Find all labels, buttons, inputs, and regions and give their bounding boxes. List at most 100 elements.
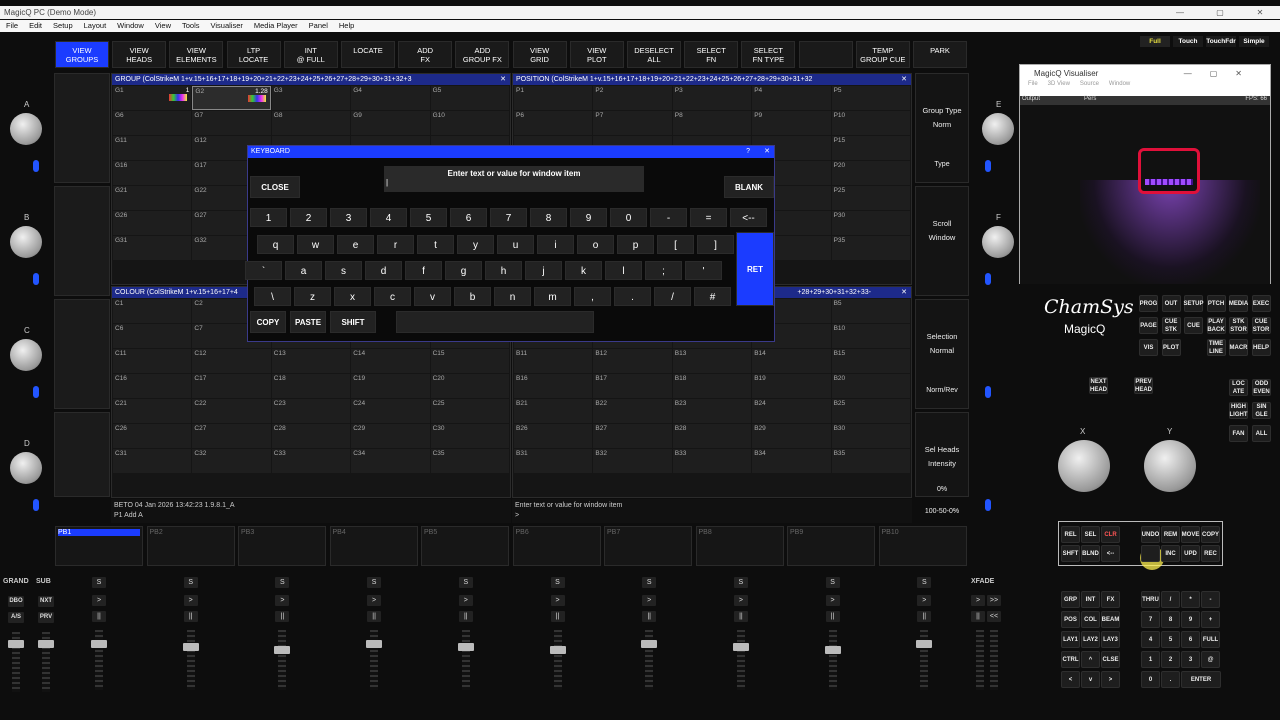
exec-key-vis[interactable]: VIS (1139, 339, 1158, 356)
grid-cell[interactable]: G4 (351, 86, 430, 110)
keypad-key-2[interactable]: 2 (1161, 651, 1180, 668)
playback-fader-cap[interactable] (91, 640, 107, 648)
top-button-12[interactable]: SELECT FN TYPE (741, 41, 796, 68)
exec-key-stk-stor[interactable]: STK STOR (1229, 317, 1248, 334)
grid-cell[interactable]: G5 (430, 86, 509, 110)
xfade-button[interactable]: << (987, 611, 1001, 622)
key-row4-3[interactable]: c (374, 287, 411, 306)
keypad-key->[interactable]: > (1101, 671, 1120, 688)
grid-cell[interactable]: C22 (192, 399, 271, 423)
top-button-5[interactable]: LOCATE (341, 41, 395, 68)
playback-s-button[interactable]: S (917, 577, 932, 588)
key-row4-10[interactable]: / (654, 287, 691, 306)
grid-cell[interactable]: B19 (752, 374, 831, 398)
grid-cell[interactable]: B32 (593, 449, 672, 473)
grid-cell[interactable]: P7 (593, 111, 672, 135)
keypad-key-/[interactable]: / (1161, 591, 1180, 608)
grid-cell[interactable]: G11 (113, 136, 192, 160)
playback-go-button[interactable]: > (733, 595, 748, 606)
grid-cell[interactable]: C27 (192, 424, 271, 448)
keypad-key-6[interactable]: 6 (1181, 631, 1200, 648)
keypad-key-v[interactable]: v (1081, 671, 1100, 688)
grid-cell[interactable]: B24 (752, 399, 831, 423)
playback-go-button[interactable]: > (917, 595, 932, 606)
grid-cell[interactable]: C14 (351, 349, 430, 373)
keypad-key-8[interactable]: 8 (1161, 611, 1180, 628)
maximize-icon[interactable]: ▢ (1200, 6, 1240, 19)
playback-go-button[interactable]: > (550, 595, 565, 606)
key-row4-9[interactable]: . (614, 287, 651, 306)
key-row1-6[interactable]: 7 (490, 208, 527, 227)
top-button-10[interactable]: DESELECT ALL (627, 41, 681, 68)
menu-visualiser[interactable]: Visualiser (211, 20, 243, 32)
vis-menu-item[interactable]: Source (1080, 81, 1099, 93)
grid-cell[interactable]: B18 (672, 374, 752, 398)
grid-cell[interactable]: C28 (271, 424, 351, 448)
grid-cell[interactable]: P15 (831, 136, 910, 160)
grid-cell[interactable]: B5 (831, 299, 910, 323)
grid-cell[interactable]: G26 (113, 211, 192, 235)
grid-cell[interactable]: G10 (430, 111, 509, 135)
key-row2-0[interactable]: q (257, 235, 294, 254)
keypad-key-1[interactable]: 1 (1141, 651, 1160, 668)
exec-key-cue-stk[interactable]: CUE STK (1161, 317, 1181, 334)
key-row2-1[interactable]: w (297, 235, 334, 254)
vis-menu-item[interactable]: 3D View (1048, 81, 1070, 93)
keypad-key-5[interactable]: 5 (1161, 631, 1180, 648)
top-button-3[interactable]: LTP LOCATE (226, 41, 281, 68)
playback-fader-cap[interactable] (641, 640, 658, 648)
key-row3-4[interactable]: f (405, 261, 442, 280)
grid-cell[interactable]: C20 (430, 374, 509, 398)
grid-cell[interactable]: B16 (514, 374, 593, 398)
top-button-8[interactable]: VIEW GRID (512, 41, 567, 68)
grid-cell[interactable]: P8 (672, 111, 752, 135)
misc-key-single[interactable]: SIN GLE (1252, 402, 1271, 419)
left-softkey-3[interactable] (54, 299, 110, 409)
grid-cell[interactable]: C26 (113, 424, 192, 448)
edit-key-copy[interactable]: COPY (1201, 526, 1220, 543)
top-button-11[interactable]: SELECT FN (684, 41, 739, 68)
grid-cell[interactable]: C17 (192, 374, 271, 398)
keypad-key-3[interactable]: 3 (1181, 651, 1200, 668)
xfade-fader-a[interactable] (976, 630, 984, 690)
left-softkey-1[interactable] (54, 73, 110, 183)
grid-cell[interactable]: P35 (831, 236, 910, 260)
top-button-2[interactable]: VIEW ELEMENTS (169, 41, 224, 68)
playback-s-button[interactable]: S (458, 577, 473, 588)
grid-cell[interactable]: B11 (514, 349, 593, 373)
playback-fader-cap[interactable] (366, 640, 383, 648)
menu-panel[interactable]: Panel (309, 20, 328, 32)
edit-key-rem[interactable]: REM (1161, 526, 1180, 543)
playback-pause-button[interactable]: || (458, 611, 473, 622)
left-softkey-4[interactable] (54, 412, 110, 497)
key-row2-9[interactable]: p (617, 235, 654, 254)
grid-cell[interactable]: B27 (593, 424, 672, 448)
grid-cell[interactable]: B25 (831, 399, 910, 423)
grid-cell[interactable]: G3 (271, 86, 351, 110)
grid-cell[interactable]: B26 (514, 424, 593, 448)
playback-fader[interactable] (553, 630, 562, 690)
right-softkey-1[interactable]: Scroll Window (915, 186, 969, 296)
menu-media-player[interactable]: Media Player (254, 20, 298, 32)
dbo-button[interactable]: DBO (8, 596, 24, 607)
key-row4-1[interactable]: z (294, 287, 331, 306)
playback-6[interactable]: PB6 (512, 526, 601, 566)
xfade-button[interactable]: > (971, 595, 985, 606)
menu-view[interactable]: View (155, 20, 171, 32)
key-row1-1[interactable]: 2 (290, 208, 327, 227)
edit-key-undo[interactable]: UNDO (1141, 526, 1160, 543)
keypad-key-0[interactable]: 0 (1141, 671, 1160, 688)
key-row1-2[interactable]: 3 (330, 208, 367, 227)
mode-button-simple[interactable]: Simple (1239, 36, 1269, 47)
grid-cell[interactable]: B12 (593, 349, 672, 373)
playback-fader[interactable] (461, 630, 470, 690)
encoder-c-knob[interactable] (10, 339, 42, 371)
grid-cell[interactable]: B14 (752, 349, 831, 373)
edit-key-inc[interactable]: INC (1161, 545, 1180, 562)
key-row3-6[interactable]: h (485, 261, 522, 280)
close-icon[interactable]: ✕ (1240, 6, 1280, 19)
playback-pause-button[interactable]: || (825, 611, 840, 622)
key-row1-12[interactable]: <-- (730, 208, 767, 227)
encoder-e-knob[interactable] (982, 113, 1014, 145)
keyboard-copy-button[interactable]: COPY (250, 311, 286, 333)
